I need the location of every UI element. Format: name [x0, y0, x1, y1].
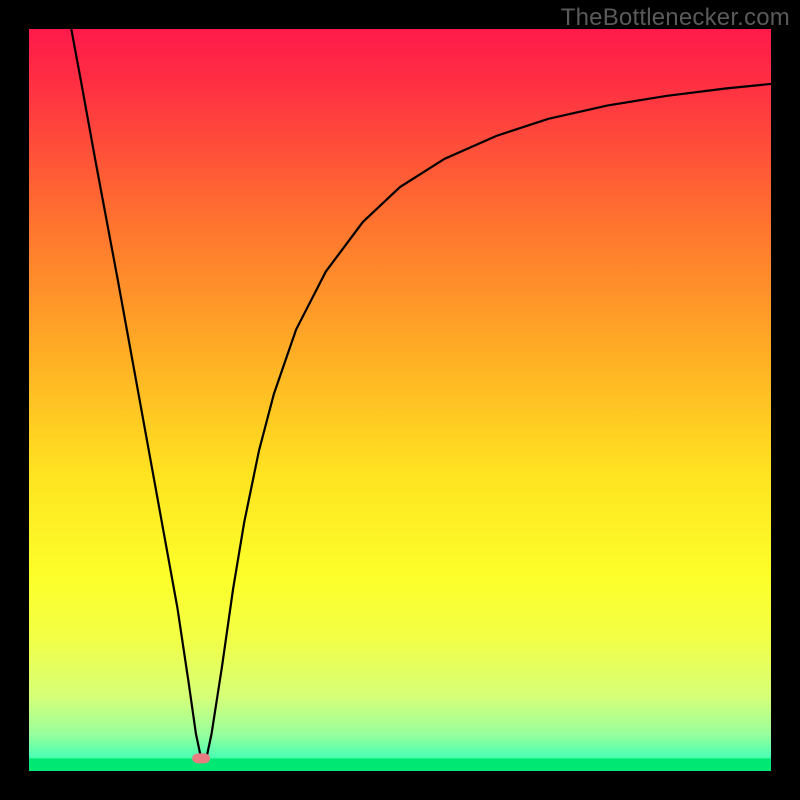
- minimum-marker: [192, 753, 210, 763]
- bottom-band: [29, 758, 771, 771]
- chart-svg: [29, 29, 771, 771]
- watermark-text: TheBottlenecker.com: [561, 4, 790, 32]
- chart-frame: TheBottlenecker.com: [0, 0, 800, 800]
- plot-area: [29, 29, 771, 771]
